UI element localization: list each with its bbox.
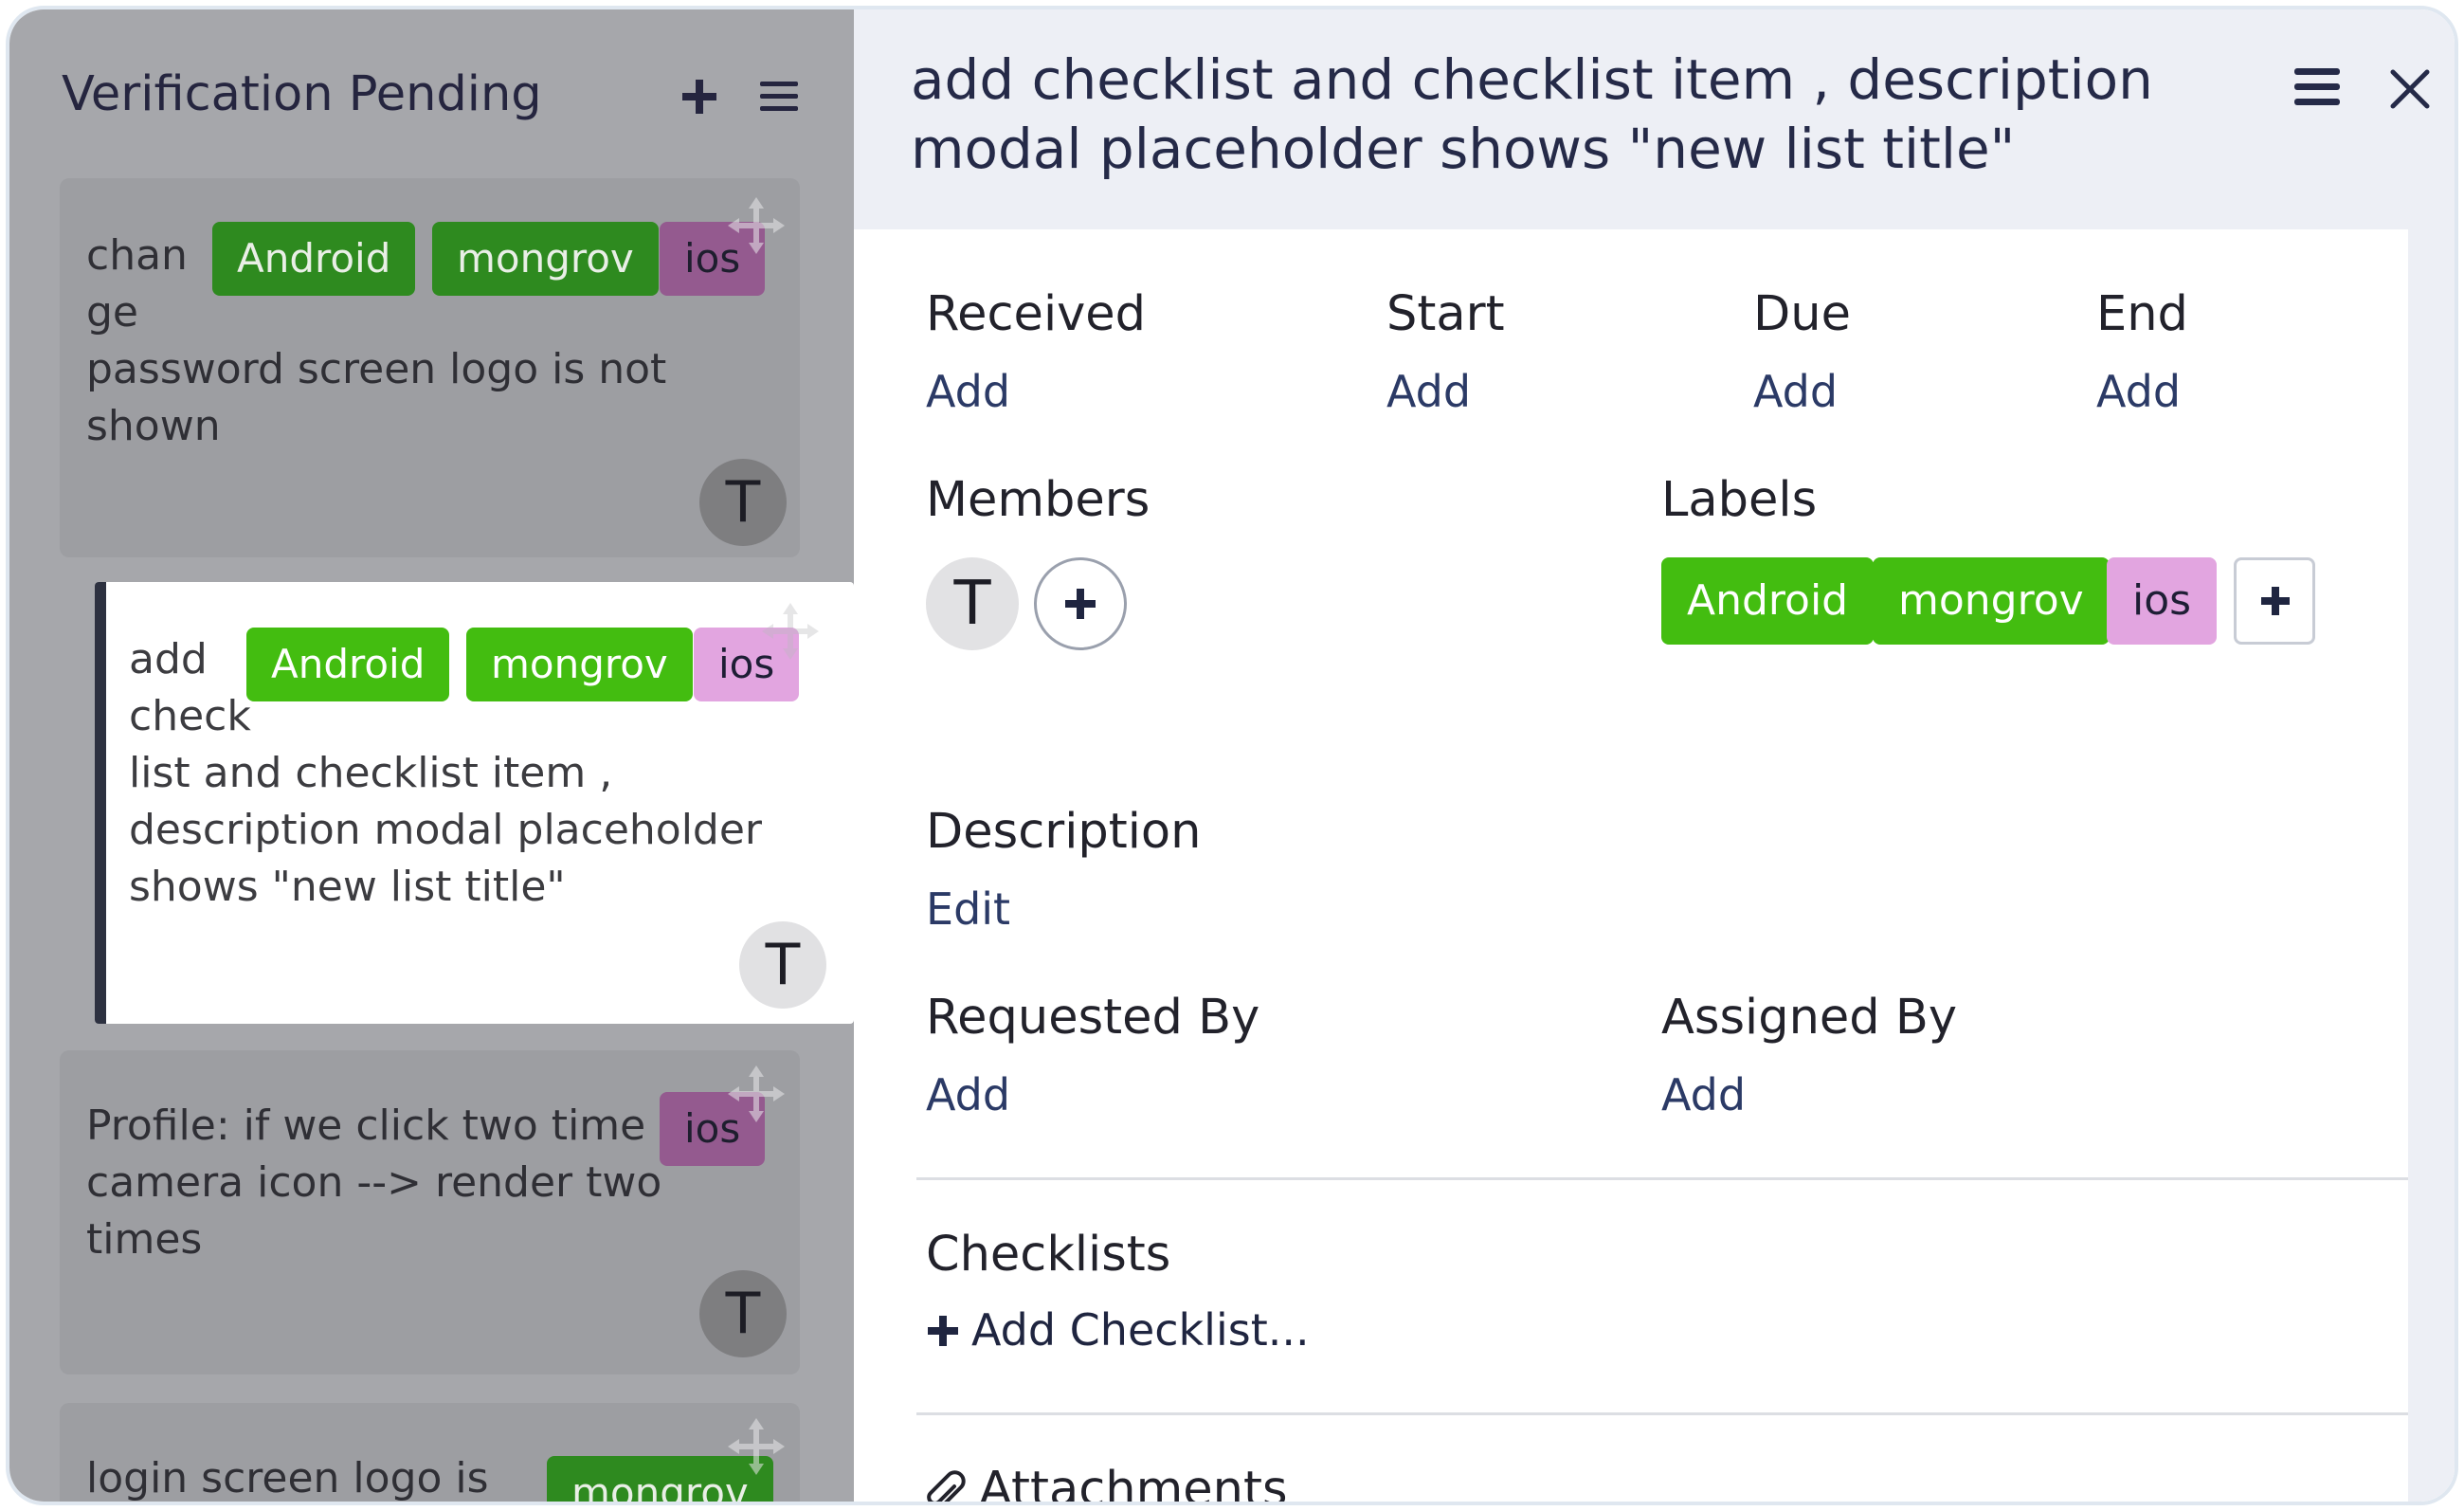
move-arrows-icon[interactable] — [726, 1064, 787, 1124]
label-mongrov: mongrov — [466, 628, 693, 701]
label-android[interactable]: Android — [1661, 557, 1875, 645]
plus-icon — [1065, 589, 1096, 619]
app-window: Verification Pending chan ge password sc… — [6, 6, 2458, 1505]
add-member-button[interactable] — [1034, 557, 1127, 650]
modal-title: add checklist and checklist item , descr… — [911, 47, 2153, 181]
description-label: Description — [926, 804, 1202, 860]
label-android: Android — [246, 628, 450, 701]
labels-label: Labels — [1661, 472, 1818, 528]
kanban-column: Verification Pending chan ge password sc… — [9, 9, 854, 1502]
avatar[interactable]: T — [739, 921, 826, 1009]
received-add-link[interactable]: Add — [926, 366, 1010, 417]
end-label: End — [2096, 286, 2188, 342]
label-mongrov: mongrov — [432, 222, 659, 296]
card[interactable]: Profile: if we click two time camera ico… — [60, 1050, 800, 1374]
label-android: Android — [212, 222, 416, 296]
attachments-label: Attachments — [979, 1462, 1288, 1505]
column-title: Verification Pending — [62, 66, 542, 122]
card[interactable]: chan ge password screen logo is not show… — [60, 178, 800, 557]
avatar[interactable]: T — [699, 1270, 787, 1357]
card[interactable]: login screen logo is mongrov — [60, 1403, 800, 1502]
card-title: login screen logo is — [86, 1454, 489, 1502]
hamburger-menu-icon[interactable] — [758, 76, 800, 118]
requested-by-add-link[interactable]: Add — [926, 1069, 1010, 1120]
modal-scroll-gutter — [2408, 229, 2455, 1502]
card-detail-modal: add checklist and checklist item , descr… — [854, 9, 2455, 1505]
assigned-by-label: Assigned By — [1661, 990, 1958, 1046]
move-arrows-icon[interactable] — [726, 1416, 787, 1477]
plus-icon[interactable] — [679, 76, 720, 118]
add-checklist-label: Add Checklist... — [971, 1304, 1310, 1356]
requested-by-label: Requested By — [926, 990, 1260, 1046]
card-title: Profile: if we click two time camera ico… — [86, 1101, 662, 1264]
label-mongrov[interactable]: mongrov — [1873, 557, 2110, 645]
assigned-by-add-link[interactable]: Add — [1661, 1069, 1746, 1120]
divider — [916, 1412, 2408, 1415]
due-label: Due — [1753, 286, 1851, 342]
move-arrows-icon[interactable] — [760, 601, 821, 662]
avatar[interactable]: T — [699, 459, 787, 546]
start-label: Start — [1386, 286, 1505, 342]
add-label-button[interactable] — [2234, 557, 2315, 645]
checklists-label: Checklists — [926, 1227, 1171, 1283]
card-active[interactable]: add check list and checklist item , desc… — [95, 582, 854, 1024]
divider — [916, 1177, 2408, 1180]
move-arrows-icon[interactable] — [726, 195, 787, 256]
received-label: Received — [926, 286, 1147, 342]
modal-body: Received Add Start Add Due Add End Add M… — [854, 229, 2408, 1505]
plus-icon — [2261, 587, 2290, 615]
modal-header: add checklist and checklist item , descr… — [854, 9, 2455, 229]
member-avatar[interactable]: T — [926, 557, 1019, 650]
description-edit-link[interactable]: Edit — [926, 883, 1010, 935]
close-icon[interactable] — [2389, 68, 2431, 110]
start-add-link[interactable]: Add — [1386, 366, 1471, 417]
due-add-link[interactable]: Add — [1753, 366, 1838, 417]
end-add-link[interactable]: Add — [2096, 366, 2181, 417]
label-ios[interactable]: ios — [2107, 557, 2218, 645]
members-label: Members — [926, 472, 1150, 528]
hamburger-menu-icon[interactable] — [2292, 66, 2342, 108]
paperclip-icon — [927, 1470, 966, 1502]
plus-icon — [928, 1316, 958, 1346]
